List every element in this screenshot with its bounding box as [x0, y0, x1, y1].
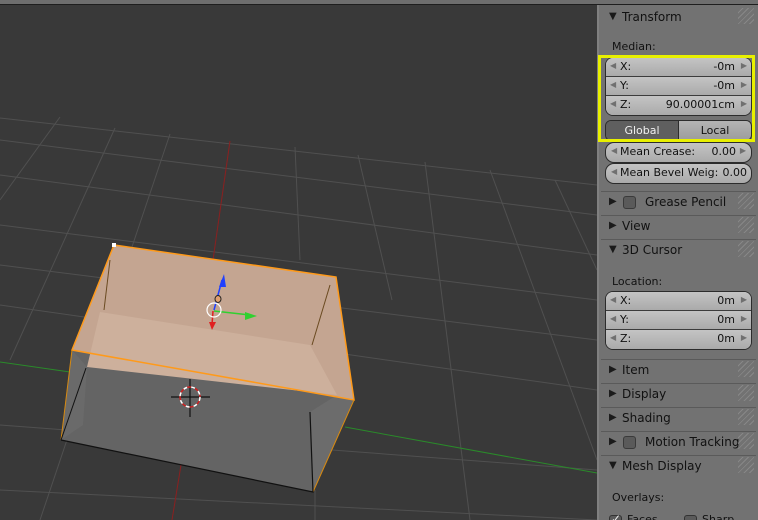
increment-arrow-icon[interactable]: ▶	[741, 333, 747, 342]
z-axis-line	[212, 140, 231, 261]
global-toggle-button[interactable]: Global	[606, 121, 679, 140]
collapsed-triangle-icon: ▶	[609, 220, 617, 231]
mesh-display-panel-header[interactable]: ▼ Mesh Display	[601, 455, 756, 477]
median-x-field[interactable]: ◀ X: -0m ▶	[606, 58, 751, 77]
3d-viewport[interactable]	[0, 5, 597, 520]
grid-line	[357, 154, 393, 301]
expanded-triangle-icon: ▼	[609, 244, 617, 255]
cursor-location-label: Location:	[612, 275, 663, 288]
increment-arrow-icon[interactable]: ▶	[741, 61, 747, 70]
decrement-arrow-icon[interactable]: ◀	[610, 295, 616, 304]
properties-panel: ▼ Transform Median: ◀ X: -0m ▶ ◀ Y: -0m …	[599, 5, 758, 520]
cursor-x-field[interactable]: ◀ X: 0m ▶	[606, 292, 751, 311]
motion-tracking-checkbox[interactable]	[623, 436, 636, 449]
drag-grip-icon[interactable]	[738, 193, 754, 209]
decrement-arrow-icon[interactable]: ◀	[610, 99, 616, 108]
expanded-triangle-icon: ▼	[609, 460, 617, 471]
increment-arrow-icon[interactable]: ▶	[741, 314, 747, 323]
active-vertex	[112, 243, 116, 247]
shading-panel-header[interactable]: ▶ Shading	[601, 407, 756, 429]
checkbox-unchecked-icon[interactable]	[684, 515, 697, 520]
median-y-field[interactable]: ◀ Y: -0m ▶	[606, 77, 751, 96]
grease-pencil-checkbox[interactable]	[623, 196, 636, 209]
decrement-arrow-icon[interactable]: ◀	[611, 167, 617, 176]
median-location-fields: ◀ X: -0m ▶ ◀ Y: -0m ▶ ◀ Z: 90.00001cm ▶	[605, 57, 752, 116]
y-axis-line	[0, 361, 71, 373]
overlays-label: Overlays:	[612, 491, 665, 504]
z-axis-line	[171, 464, 182, 520]
grid-line	[0, 489, 597, 520]
median-z-value: 90.00001cm	[665, 98, 735, 111]
increment-arrow-icon[interactable]: ▶	[741, 295, 747, 304]
drag-grip-icon[interactable]	[738, 457, 754, 473]
drag-grip-icon[interactable]	[738, 361, 754, 377]
view-panel-header[interactable]: ▶ View	[601, 215, 756, 237]
grid-line	[554, 179, 597, 271]
transform-panel-header[interactable]: ▼ Transform	[601, 7, 756, 29]
median-x-value: -0m	[713, 60, 735, 73]
box-mesh[interactable]	[60, 243, 355, 493]
y-axis-line	[344, 426, 597, 474]
grease-pencil-panel-header[interactable]: ▶ Grease Pencil	[601, 191, 756, 213]
decrement-arrow-icon[interactable]: ◀	[610, 80, 616, 89]
item-panel-header[interactable]: ▶ Item	[601, 359, 756, 381]
drag-grip-icon[interactable]	[738, 8, 754, 24]
median-label: Median:	[612, 40, 656, 53]
transform-title: Transform	[622, 10, 682, 24]
grid-line	[489, 169, 597, 461]
space-toggle: Global Local	[605, 120, 752, 141]
median-z-field[interactable]: ◀ Z: 90.00001cm ▶	[606, 96, 751, 115]
median-y-value: -0m	[713, 79, 735, 92]
drag-grip-icon[interactable]	[738, 433, 754, 449]
collapsed-triangle-icon: ▶	[609, 436, 617, 447]
drag-grip-icon[interactable]	[738, 217, 754, 233]
grid-line	[294, 146, 301, 261]
decrement-arrow-icon[interactable]: ◀	[610, 61, 616, 70]
drag-grip-icon[interactable]	[738, 409, 754, 425]
checkbox-checked-icon[interactable]: ✓	[609, 512, 622, 520]
mean-crease-field[interactable]: ◀ Mean Crease: 0.00 ▶	[605, 142, 752, 163]
decrement-arrow-icon[interactable]: ◀	[611, 146, 617, 155]
increment-arrow-icon[interactable]: ▶	[740, 146, 746, 155]
collapsed-triangle-icon: ▶	[609, 196, 617, 207]
mean-bevel-weight-field[interactable]: ◀ Mean Bevel Weig: 0.00	[605, 163, 752, 184]
increment-arrow-icon[interactable]: ▶	[741, 80, 747, 89]
increment-arrow-icon[interactable]: ▶	[741, 99, 747, 108]
grid-line	[424, 161, 471, 520]
decrement-arrow-icon[interactable]: ◀	[610, 333, 616, 342]
motion-tracking-panel-header[interactable]: ▶ Motion Tracking	[601, 431, 756, 453]
cursor-location-fields: ◀ X: 0m ▶ ◀ Y: 0m ▶ ◀ Z: 0m ▶	[605, 291, 752, 350]
grid-line	[0, 116, 61, 201]
display-panel-header[interactable]: ▶ Display	[601, 383, 756, 405]
collapsed-triangle-icon: ▶	[609, 364, 617, 375]
drag-grip-icon[interactable]	[738, 385, 754, 401]
collapsed-triangle-icon: ▶	[609, 388, 617, 399]
collapsed-triangle-icon: ▶	[609, 412, 617, 423]
pivot-icon	[214, 295, 222, 303]
3d-cursor-panel-header[interactable]: ▼ 3D Cursor	[601, 239, 756, 261]
drag-grip-icon[interactable]	[738, 241, 754, 257]
viewport-canvas[interactable]	[0, 5, 597, 520]
cursor-z-field[interactable]: ◀ Z: 0m ▶	[606, 330, 751, 349]
local-toggle-button[interactable]: Local	[679, 121, 751, 140]
right-face	[310, 395, 354, 492]
cursor-y-field[interactable]: ◀ Y: 0m ▶	[606, 311, 751, 330]
decrement-arrow-icon[interactable]: ◀	[610, 314, 616, 323]
expanded-triangle-icon: ▼	[609, 11, 617, 22]
